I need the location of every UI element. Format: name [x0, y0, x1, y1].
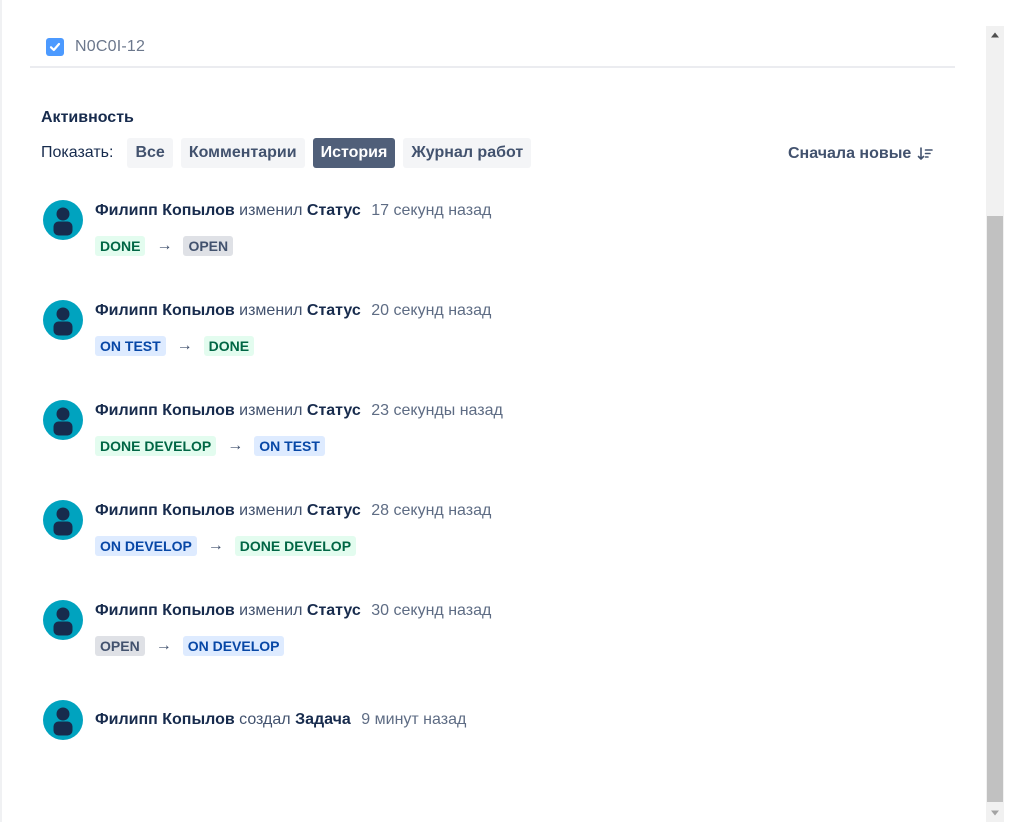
field-name: Задача [295, 711, 351, 728]
task-checkbox-icon [46, 38, 64, 56]
timestamp: 30 секунд назад [371, 602, 492, 619]
entry-summary: Филипп Копылов создал Задача 9 минут наз… [95, 711, 466, 729]
action-text: изменил [239, 502, 303, 519]
entry-summary: Филипп Копылов изменил Статус 20 секунд … [95, 302, 491, 320]
author-name[interactable]: Филипп Копылов [95, 402, 235, 419]
arrow-right-icon: → [155, 637, 172, 654]
field-name: Статус [306, 202, 361, 219]
action-text: изменил [239, 302, 303, 319]
new-status-lozenge: DONE [203, 336, 255, 356]
subtask-row[interactable]: N0C0I-12 [46, 36, 145, 58]
filter-all-button[interactable]: Все [127, 138, 173, 168]
user-avatar[interactable] [43, 200, 83, 240]
filter-history-button[interactable]: История [312, 138, 396, 168]
arrow-right-icon: → [227, 437, 244, 454]
status-change: DONE DEVELOP → ON TEST [95, 435, 325, 457]
user-avatar[interactable] [43, 500, 83, 540]
user-avatar[interactable] [43, 400, 83, 440]
action-text: изменил [239, 202, 303, 219]
author-name[interactable]: Филипп Копылов [95, 302, 235, 319]
sort-descending-icon [917, 146, 934, 162]
action-text: изменил [239, 602, 303, 619]
sort-order-button[interactable]: Сначала новые [788, 142, 934, 166]
show-label: Показать: [41, 144, 114, 161]
activity-filter-bar: Показать: Все Комментарии История Журнал… [41, 138, 539, 168]
timestamp: 17 секунд назад [371, 202, 492, 219]
scroll-up-arrow-icon[interactable] [986, 26, 1004, 44]
entry-summary: Филипп Копылов изменил Статус 30 секунд … [95, 602, 491, 620]
new-status-lozenge: OPEN [183, 236, 234, 256]
scrollbar-thumb[interactable] [987, 216, 1003, 802]
status-change: ON DEVELOP → DONE DEVELOP [95, 535, 357, 557]
filter-worklog-button[interactable]: Журнал работ [403, 138, 532, 168]
user-avatar[interactable] [43, 600, 83, 640]
issue-key-link[interactable]: N0C0I-12 [75, 38, 145, 56]
left-border [0, 0, 2, 822]
user-avatar[interactable] [43, 700, 83, 740]
author-name[interactable]: Филипп Копылов [95, 502, 235, 519]
status-change: DONE → OPEN [95, 235, 234, 257]
new-status-lozenge: ON DEVELOP [182, 636, 285, 656]
author-name[interactable]: Филипп Копылов [95, 602, 235, 619]
field-name: Статус [306, 502, 361, 519]
old-status-lozenge: DONE DEVELOP [95, 436, 217, 456]
entry-summary: Филипп Копылов изменил Статус 23 секунды… [95, 402, 503, 420]
old-status-lozenge: ON TEST [95, 336, 166, 356]
divider [30, 66, 955, 68]
old-status-lozenge: DONE [95, 236, 146, 256]
entry-summary: Филипп Копылов изменил Статус 28 секунд … [95, 502, 491, 520]
arrow-right-icon: → [176, 337, 193, 354]
vertical-scrollbar[interactable] [986, 26, 1004, 822]
sort-order-label: Сначала новые [788, 145, 912, 162]
status-change: OPEN → ON DEVELOP [95, 635, 285, 657]
old-status-lozenge: ON DEVELOP [95, 536, 197, 556]
new-status-lozenge: ON TEST [254, 436, 325, 456]
status-change: ON TEST → DONE [95, 335, 255, 357]
author-name[interactable]: Филипп Копылов [95, 202, 235, 219]
activity-title: Активность [41, 109, 134, 126]
scroll-down-arrow-icon[interactable] [986, 804, 1004, 822]
timestamp: 20 секунд назад [371, 302, 492, 319]
entry-summary: Филипп Копылов изменил Статус 17 секунд … [95, 202, 491, 220]
action-text: изменил [239, 402, 303, 419]
old-status-lozenge: OPEN [95, 636, 145, 656]
action-text: создал [239, 711, 291, 728]
timestamp: 23 секунды назад [371, 402, 503, 419]
new-status-lozenge: DONE DEVELOP [234, 536, 357, 556]
timestamp: 28 секунд назад [371, 502, 492, 519]
filter-comments-button[interactable]: Комментарии [180, 138, 305, 168]
arrow-right-icon: → [156, 237, 173, 254]
timestamp: 9 минут назад [361, 711, 467, 728]
field-name: Статус [306, 602, 361, 619]
user-avatar[interactable] [43, 300, 83, 340]
arrow-right-icon: → [207, 537, 224, 554]
field-name: Статус [306, 302, 361, 319]
author-name[interactable]: Филипп Копылов [95, 711, 235, 728]
field-name: Статус [306, 402, 361, 419]
